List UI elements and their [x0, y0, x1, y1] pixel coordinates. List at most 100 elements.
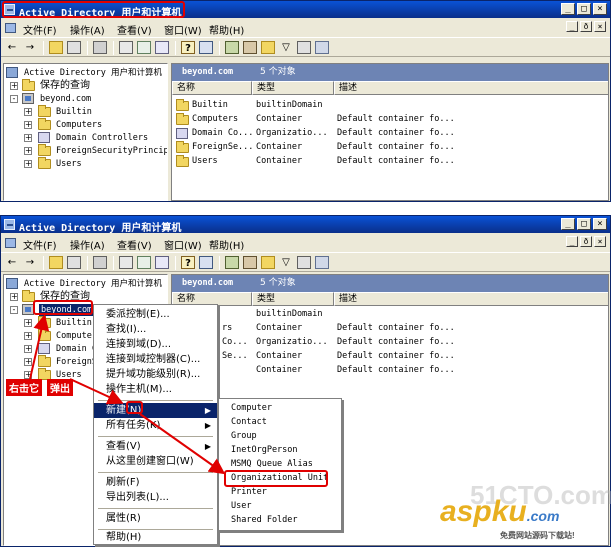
toolbar: ← → ? ▽	[1, 37, 610, 57]
find-icon[interactable]	[297, 41, 311, 54]
close-button[interactable]: ×	[593, 218, 607, 230]
new-group-icon[interactable]	[243, 256, 257, 269]
submenu-user[interactable]: User	[219, 499, 341, 514]
new-item-highlight	[126, 401, 143, 414]
show-tree-icon[interactable]	[67, 41, 81, 54]
copy-icon[interactable]	[93, 256, 107, 269]
menu-item-properties[interactable]: 属性(R)	[94, 511, 217, 526]
window-top: Active Directory 用户和计算机 _ □ × 文件(F) 操作(A…	[0, 0, 611, 202]
export-icon[interactable]	[155, 256, 169, 269]
menu-action[interactable]: 操作(A)	[70, 237, 105, 252]
find-icon[interactable]	[297, 256, 311, 269]
menu-file[interactable]: 文件(F)	[23, 22, 57, 37]
new-user-icon[interactable]	[225, 256, 239, 269]
ou-highlight	[224, 470, 328, 487]
new-ou-icon[interactable]	[261, 41, 275, 54]
console-icon	[5, 238, 16, 248]
inner-close-button[interactable]: ×	[594, 236, 606, 247]
add-to-group-icon[interactable]	[315, 256, 329, 269]
submenu-shared-folder[interactable]: Shared Folder	[219, 513, 341, 528]
menu-window[interactable]: 窗口(W)	[164, 22, 202, 37]
menu-item-refresh[interactable]: 刷新(F)	[94, 475, 217, 490]
menu-item-raise-level[interactable]: 提升域功能级别(R)...	[94, 367, 217, 382]
column-type[interactable]: 类型	[252, 81, 334, 95]
column-name[interactable]: 名称	[172, 81, 252, 95]
popup-label: 弹出	[47, 379, 73, 396]
close-button[interactable]: ×	[593, 3, 607, 15]
menu-file[interactable]: 文件(F)	[23, 237, 57, 252]
inner-minimize-button[interactable]: _	[566, 21, 578, 32]
menu-item-all-tasks[interactable]: 所有任务(K) ▶	[94, 418, 217, 433]
properties-icon[interactable]	[119, 41, 133, 54]
menu-item-help[interactable]: 帮助(H)	[94, 530, 217, 545]
maximize-button[interactable]: □	[577, 218, 591, 230]
submenu-computer[interactable]: Computer	[219, 401, 341, 416]
menu-view[interactable]: 查看(V)	[117, 237, 152, 252]
forward-icon[interactable]: →	[23, 256, 37, 269]
column-desc[interactable]: 描述	[334, 81, 608, 95]
list-row[interactable]: rs Container Default container fo...	[174, 322, 604, 335]
column-desc[interactable]: 描述	[334, 292, 608, 306]
menu-help[interactable]: 帮助(H)	[209, 22, 244, 37]
inner-close-button[interactable]: ×	[594, 21, 606, 32]
app-icon	[4, 219, 15, 230]
menu-item-delegate[interactable]: 委派控制(E)...	[94, 307, 217, 322]
title-bar[interactable]: Active Directory 用户和计算机 _ □ ×	[1, 216, 610, 234]
console-tree-icon[interactable]	[199, 256, 213, 269]
list-row[interactable]: Computers Container Default container fo…	[174, 113, 604, 126]
filter-icon[interactable]: ▽	[279, 41, 293, 54]
maximize-button[interactable]: □	[577, 3, 591, 15]
menu-item-operations-masters[interactable]: 操作主机(M)...	[94, 382, 217, 397]
refresh-icon[interactable]	[137, 41, 151, 54]
forward-icon[interactable]: →	[23, 41, 37, 54]
inner-restore-button[interactable]: ð	[580, 21, 592, 32]
filter-icon[interactable]: ▽	[279, 256, 293, 269]
list-row[interactable]: Builtin builtinDomain	[174, 99, 604, 112]
column-type[interactable]: 类型	[252, 292, 334, 306]
add-to-group-icon[interactable]	[315, 41, 329, 54]
new-ou-icon[interactable]	[261, 256, 275, 269]
back-icon[interactable]: ←	[5, 256, 19, 269]
right-click-label: 右击它	[6, 379, 42, 396]
minimize-button[interactable]: _	[561, 3, 575, 15]
inner-minimize-button[interactable]: _	[566, 236, 578, 247]
menu-item-connect-dc[interactable]: 连接到域控制器(C)...	[94, 352, 217, 367]
export-icon[interactable]	[155, 41, 169, 54]
list-row[interactable]: builtinDomain	[174, 308, 604, 321]
list-row[interactable]: Users Container Default container fo...	[174, 155, 604, 168]
menu-item-find[interactable]: 查找(I)...	[94, 322, 217, 337]
list-row[interactable]: Se... Container Default container fo...	[174, 350, 604, 363]
submenu-printer[interactable]: Printer	[219, 485, 341, 500]
window-title: Active Directory 用户和计算机	[19, 223, 182, 234]
inner-restore-button[interactable]: ð	[580, 236, 592, 247]
copy-icon[interactable]	[93, 41, 107, 54]
menu-window[interactable]: 窗口(W)	[164, 237, 202, 252]
menu-help[interactable]: 帮助(H)	[209, 237, 244, 252]
menu-view[interactable]: 查看(V)	[117, 22, 152, 37]
menu-item-view[interactable]: 查看(V) ▶	[94, 439, 217, 454]
help-icon[interactable]: ?	[181, 256, 195, 269]
new-group-icon[interactable]	[243, 41, 257, 54]
menu-action[interactable]: 操作(A)	[70, 22, 105, 37]
help-icon[interactable]: ?	[181, 41, 195, 54]
show-tree-icon[interactable]	[67, 256, 81, 269]
up-folder-icon[interactable]	[49, 41, 63, 54]
list-row[interactable]: Co... Organizatio... Default container f…	[174, 336, 604, 349]
back-icon[interactable]: ←	[5, 41, 19, 54]
refresh-icon[interactable]	[137, 256, 151, 269]
submenu-inetorgperson[interactable]: InetOrgPerson	[219, 443, 341, 458]
list-row[interactable]: Domain Co... Organizatio... Default cont…	[174, 127, 604, 140]
menu-item-connect-domain[interactable]: 连接到域(D)...	[94, 337, 217, 352]
menu-item-new-window[interactable]: 从这里创建窗口(W)	[94, 454, 217, 469]
menu-item-new[interactable]: 新建(N) ▶	[94, 403, 217, 418]
up-folder-icon[interactable]	[49, 256, 63, 269]
list-row[interactable]: ForeignSe... Container Default container…	[174, 141, 604, 154]
submenu-group[interactable]: Group	[219, 429, 341, 444]
list-row[interactable]: Container Default container fo...	[174, 364, 604, 377]
properties-icon[interactable]	[119, 256, 133, 269]
console-tree-icon[interactable]	[199, 41, 213, 54]
submenu-contact[interactable]: Contact	[219, 415, 341, 430]
new-user-icon[interactable]	[225, 41, 239, 54]
minimize-button[interactable]: _	[561, 218, 575, 230]
menu-item-export[interactable]: 导出列表(L)...	[94, 490, 217, 505]
